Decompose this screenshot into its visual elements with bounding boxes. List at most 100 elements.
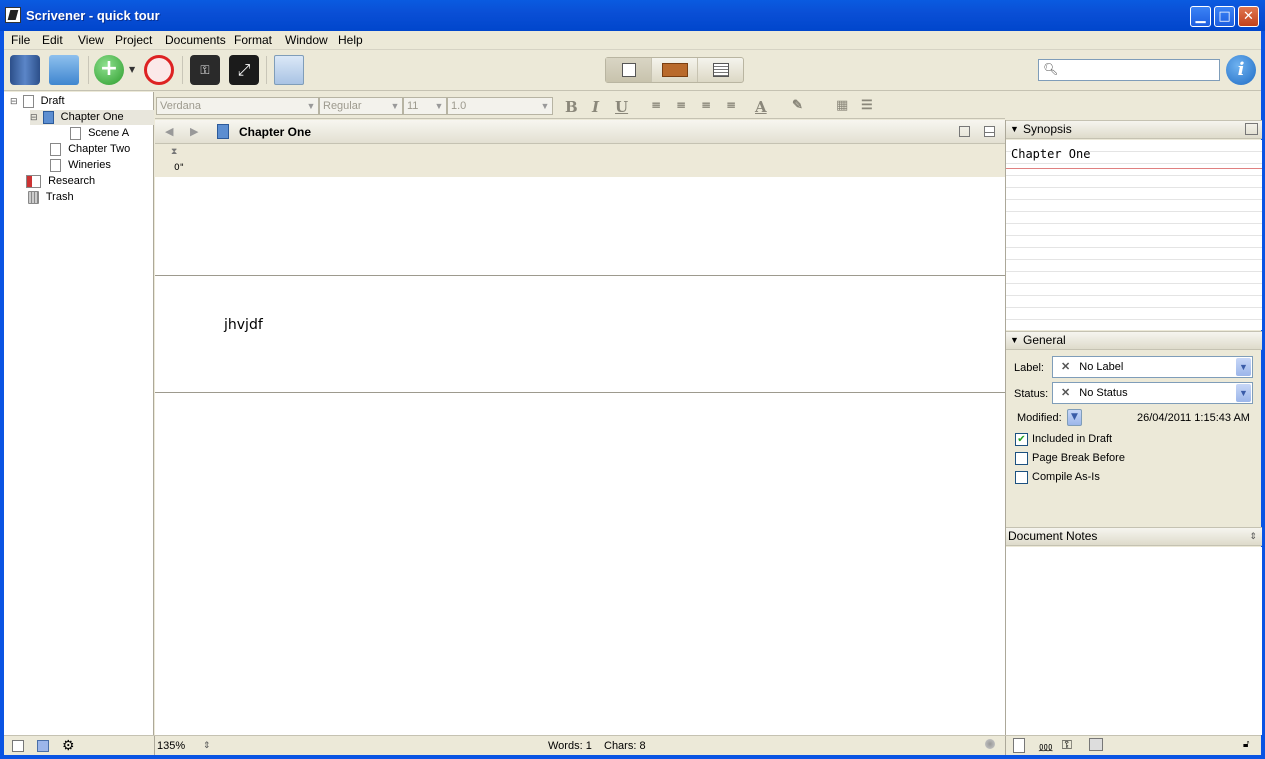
add-item-icon[interactable] — [12, 740, 24, 752]
menu-help[interactable]: Help — [338, 33, 363, 47]
notes-tab-icon[interactable] — [1013, 738, 1025, 753]
corkboard-icon — [662, 63, 688, 77]
underline-icon[interactable]: U — [615, 98, 628, 116]
collapse-toggle-icon[interactable]: ⊟ — [30, 112, 38, 122]
back-arrow-icon[interactable]: ◀ — [165, 125, 173, 138]
menu-view[interactable]: View — [78, 33, 104, 47]
page-break-before-checkbox[interactable] — [1015, 452, 1028, 465]
text-color-icon[interactable]: A — [755, 98, 767, 116]
outliner-mode-button[interactable] — [698, 58, 744, 82]
scrivener-app-icon[interactable] — [5, 7, 21, 23]
search-icon: 🔍︎ — [1043, 62, 1059, 76]
binder-item-scene-a[interactable]: Scene A — [70, 126, 129, 141]
add-document-icon[interactable]: + — [94, 55, 124, 85]
collapse-toggle-icon[interactable]: ⊟ — [10, 96, 18, 106]
keywords-tab-icon[interactable]: ⚿ — [1062, 737, 1072, 753]
menu-edit[interactable]: Edit — [42, 33, 63, 47]
status-value: No Status — [1079, 387, 1128, 399]
binder-toggle-icon[interactable] — [10, 55, 40, 85]
split-vertical-icon[interactable] — [959, 126, 970, 137]
italic-icon[interactable]: I — [592, 98, 599, 116]
editor-document-title[interactable]: Chapter One — [239, 125, 311, 139]
editor-ruler: ⧗ 0" — [155, 145, 1005, 177]
align-right-icon[interactable]: ≡ — [726, 98, 736, 112]
add-dropdown-chevron-icon[interactable]: ▼ — [129, 65, 135, 74]
inspector-toggle-info-icon[interactable]: i — [1226, 55, 1256, 85]
menu-format[interactable]: Format — [234, 33, 272, 47]
general-header[interactable]: ▼ General — [1006, 331, 1262, 350]
binder-item-draft[interactable]: ⊟ Draft — [10, 94, 65, 109]
menu-file[interactable]: File — [11, 33, 30, 47]
forward-arrow-icon[interactable]: ▶ — [190, 125, 198, 138]
binder-item-chapter-one[interactable]: ⊟ Chapter One — [30, 110, 154, 125]
delete-document-icon[interactable] — [144, 55, 174, 85]
document-notes-text-area[interactable] — [1006, 547, 1262, 735]
binder-item-trash[interactable]: Trash — [28, 190, 74, 205]
status-select[interactable]: ✕ No Status ▼ — [1052, 382, 1253, 404]
synopsis-header[interactable]: ▼ Synopsis — [1006, 120, 1262, 139]
menu-bar: File Edit View Project Documents Format … — [4, 31, 1261, 50]
synopsis-text-area[interactable]: Chapter One — [1006, 140, 1262, 330]
toolbar-separator — [88, 56, 89, 84]
zoom-stepper-icon[interactable]: ⇕ — [203, 740, 211, 751]
add-folder-icon[interactable] — [37, 740, 49, 752]
main-toolbar: + ▼ ⚿ ⤢ 🔍︎ i — [4, 50, 1261, 91]
highlight-icon[interactable]: ✎ — [792, 98, 803, 113]
image-toggle-icon[interactable] — [1245, 123, 1258, 135]
notes-switcher-icon[interactable]: ⇕ — [1249, 528, 1257, 545]
editor-body-text[interactable]: jhvjdf — [224, 317, 263, 333]
full-screen-icon[interactable]: ⤢ — [229, 55, 259, 85]
bold-icon[interactable]: B — [565, 98, 578, 116]
lock-icon[interactable]: 🔓︎ — [1243, 739, 1249, 750]
references-tab-icon[interactable]: ⅏ — [1039, 737, 1052, 755]
disclosure-triangle-icon[interactable]: ▼ — [1010, 332, 1019, 349]
keywords-icon[interactable]: ⚿ — [190, 55, 220, 85]
date-type-dropdown[interactable]: ▼ — [1067, 409, 1082, 426]
line-spacing-select[interactable]: 1.0 ▼ — [447, 97, 553, 115]
project-search-input[interactable]: 🔍︎ — [1038, 59, 1220, 81]
scrivenings-mode-button[interactable] — [606, 58, 652, 82]
gear-icon[interactable]: ⚙ — [62, 737, 75, 754]
indent-marker-icon[interactable]: ⧗ — [171, 147, 177, 157]
menu-documents[interactable]: Documents — [165, 33, 226, 47]
font-style-select[interactable]: Regular ▼ — [319, 97, 403, 115]
label-select[interactable]: ✕ No Label ▼ — [1052, 356, 1253, 378]
target-progress-icon[interactable] — [985, 739, 995, 749]
binder-item-wineries[interactable]: Wineries — [50, 158, 111, 173]
align-center-icon[interactable]: ≡ — [676, 98, 686, 112]
maximize-button[interactable]: □ — [1214, 6, 1235, 27]
binder-item-chapter-two[interactable]: Chapter Two — [50, 142, 130, 157]
format-bar: Verdana ▼ Regular ▼ 11 ▼ 1.0 ▼ B I U ≡ ≡… — [155, 92, 1005, 119]
document-notes-header-label: Document Notes — [1008, 529, 1098, 543]
binder-item-research[interactable]: Research — [26, 174, 95, 189]
zoom-level[interactable]: 135% — [157, 740, 185, 752]
chevron-down-icon: ▼ — [434, 101, 444, 111]
editor-text-area[interactable]: jhvjdf — [155, 177, 1005, 735]
general-header-label: General — [1023, 333, 1066, 347]
no-status-x-icon: ✕ — [1061, 387, 1071, 399]
binder-item-label: Chapter Two — [68, 143, 131, 155]
snapshots-tab-icon[interactable] — [1089, 738, 1103, 751]
menu-window[interactable]: Window — [285, 33, 328, 47]
table-icon[interactable]: ▦ — [836, 98, 848, 113]
compile-as-is-checkbox[interactable] — [1015, 471, 1028, 484]
included-in-draft-label: Included in Draft — [1032, 433, 1113, 445]
font-family-select[interactable]: Verdana ▼ — [156, 97, 319, 115]
align-left-icon[interactable]: ≡ — [651, 98, 661, 112]
collections-folder-icon[interactable] — [49, 55, 79, 85]
status-divider — [154, 736, 155, 755]
compile-icon[interactable] — [274, 55, 304, 85]
list-icon[interactable]: ☰ — [861, 98, 873, 113]
close-button[interactable]: ✕ — [1238, 6, 1259, 27]
disclosure-triangle-icon[interactable]: ▼ — [1010, 121, 1019, 138]
included-in-draft-checkbox[interactable]: ✔ — [1015, 433, 1028, 446]
menu-project[interactable]: Project — [115, 33, 152, 47]
app-window: Scrivener - quick tour ▁ □ ✕ File Edit V… — [0, 0, 1265, 759]
status-divider — [1005, 736, 1006, 755]
split-horizontal-icon[interactable] — [984, 126, 995, 137]
minimize-button[interactable]: ▁ — [1190, 6, 1211, 27]
document-notes-header[interactable]: Document Notes ⇕ — [1006, 527, 1262, 546]
font-size-select[interactable]: 11 ▼ — [403, 97, 447, 115]
corkboard-mode-button[interactable] — [652, 58, 698, 82]
align-justify-icon[interactable]: ≡ — [701, 98, 711, 112]
